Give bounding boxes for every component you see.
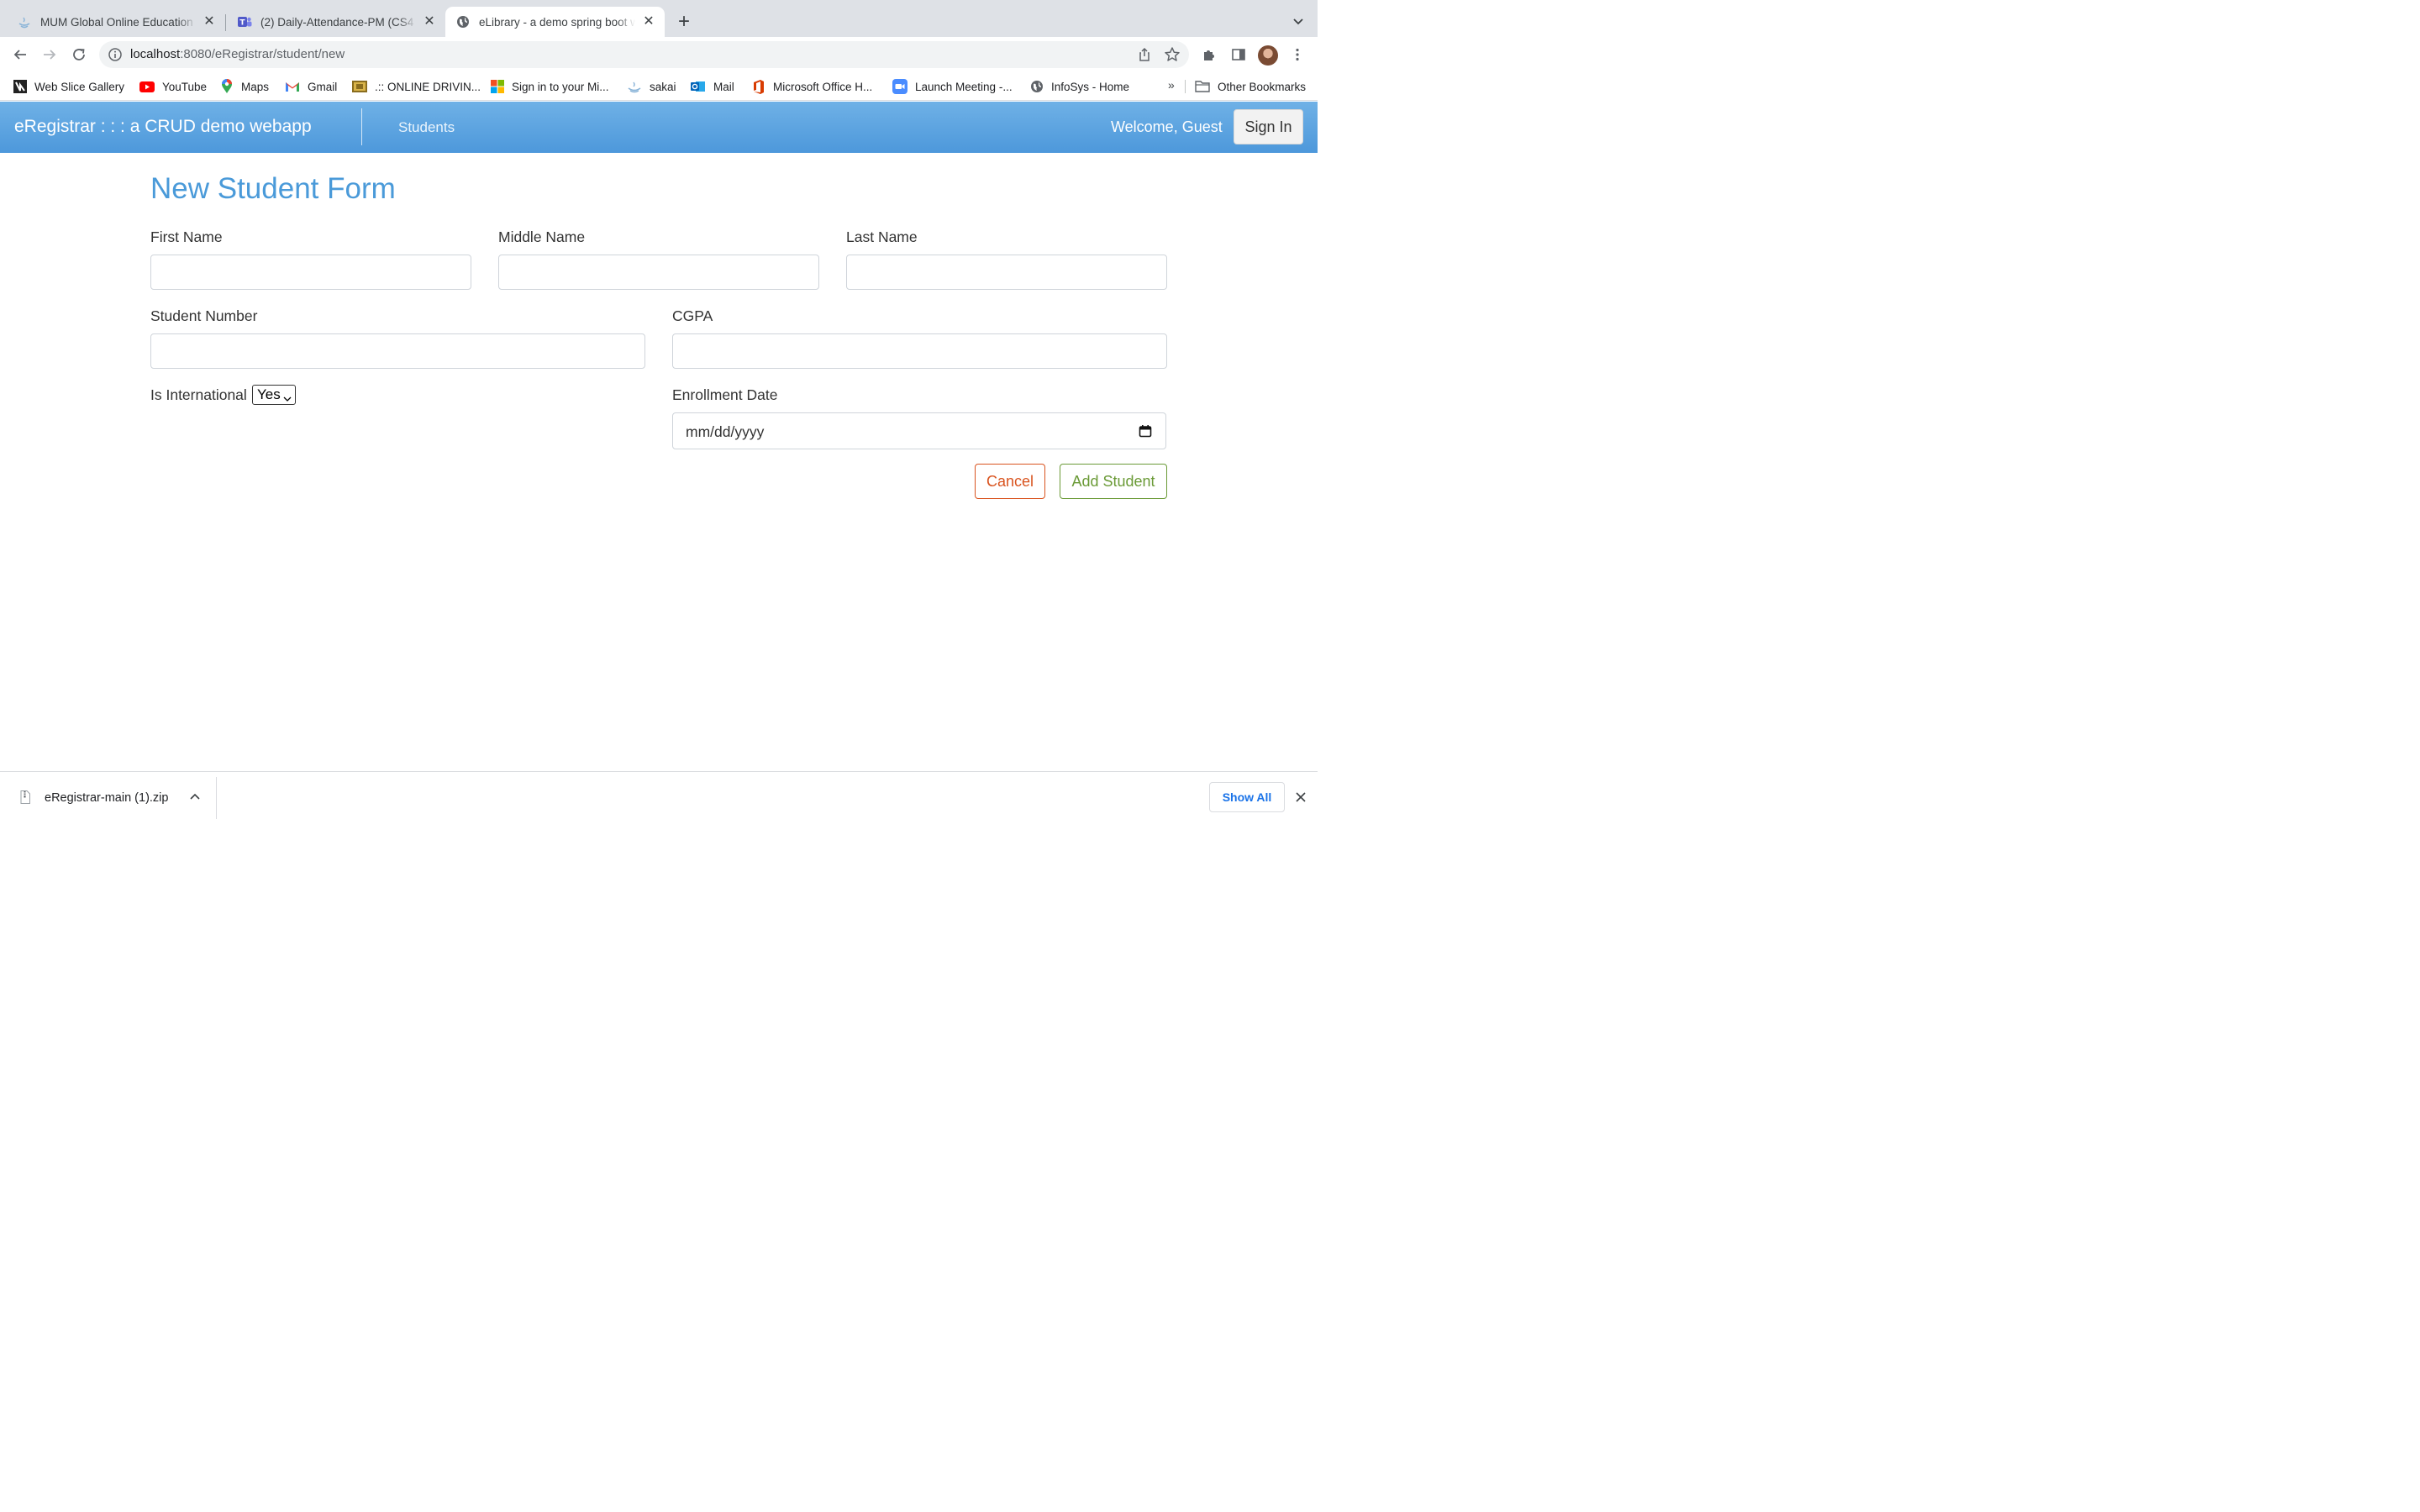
- bookmark-other-bookmarks[interactable]: Other Bookmarks: [1195, 78, 1306, 95]
- sakai-icon: [627, 80, 642, 93]
- cgpa-label: CGPA: [672, 307, 713, 324]
- chevron-up-icon[interactable]: [188, 790, 202, 804]
- youtube-icon: [139, 80, 155, 93]
- download-file-name[interactable]: eRegistrar-main (1).zip: [45, 791, 168, 805]
- first-name-label: First Name: [150, 228, 223, 245]
- site-info-icon[interactable]: [108, 47, 123, 62]
- browser-toolbar: localhost:8080/eRegistrar/student/new: [0, 37, 1318, 72]
- tab-title: (2) Daily-Attendance-PM (CS4: [260, 15, 414, 29]
- enrollment-date-input[interactable]: mm/dd/yyyy: [672, 412, 1166, 449]
- close-tab-icon[interactable]: ✕: [641, 14, 656, 29]
- show-all-button[interactable]: Show All: [1209, 782, 1285, 812]
- web-slice-icon: [13, 80, 27, 93]
- back-arrow-icon[interactable]: [11, 45, 29, 64]
- cgpa-input[interactable]: [672, 333, 1167, 369]
- outlook-icon: [691, 80, 706, 93]
- svg-text:T: T: [239, 19, 245, 28]
- url-text: localhost:8080/eRegistrar/student/new: [130, 47, 345, 61]
- driving-icon: [352, 80, 367, 93]
- forward-arrow-icon[interactable]: [40, 45, 59, 64]
- bookmark-web-slice-gallery[interactable]: Web Slice Gallery: [13, 78, 124, 95]
- bookmark-online-driving[interactable]: .:: ONLINE DRIVIN...: [352, 78, 481, 95]
- folder-icon: [1195, 80, 1210, 93]
- bookmark-sign-in-microsoft[interactable]: Sign in to your Mi...: [491, 78, 609, 95]
- reload-icon[interactable]: [70, 45, 88, 64]
- globe-icon: [1030, 80, 1044, 93]
- last-name-label: Last Name: [846, 228, 918, 245]
- middle-name-label: Middle Name: [498, 228, 586, 245]
- navbar-divider: [361, 108, 362, 145]
- new-tab-icon[interactable]: +: [675, 12, 693, 32]
- maps-icon: [220, 79, 234, 93]
- app-brand[interactable]: eRegistrar : : : a CRUD demo webapp: [14, 117, 312, 137]
- add-student-button[interactable]: Add Student: [1060, 464, 1167, 499]
- is-international-select[interactable]: Yes: [252, 385, 296, 405]
- first-name-input[interactable]: [150, 255, 471, 290]
- teams-icon: T: [237, 14, 252, 29]
- bookmarks-bar: Web Slice Gallery YouTube Maps Gmail .::…: [0, 72, 1318, 101]
- sign-in-button[interactable]: Sign In: [1234, 109, 1303, 144]
- welcome-text: Welcome, Guest: [1111, 118, 1223, 135]
- address-bar[interactable]: localhost:8080/eRegistrar/student/new: [99, 41, 1189, 68]
- bookmark-youtube[interactable]: YouTube: [139, 78, 207, 95]
- share-icon[interactable]: [1137, 47, 1152, 62]
- page-title: New Student Form: [150, 172, 396, 205]
- microsoft-icon: [491, 80, 504, 93]
- tab-title: MUM Global Online Education: [40, 15, 193, 29]
- globe-icon: [455, 14, 471, 29]
- chevron-down-icon: [283, 391, 292, 402]
- bookmark-launch-meeting[interactable]: Launch Meeting -...: [892, 78, 1013, 95]
- cancel-button[interactable]: Cancel: [975, 464, 1045, 499]
- profile-avatar[interactable]: [1258, 45, 1278, 66]
- browser-tab-mum[interactable]: MUM Global Online Education ✕: [0, 7, 225, 37]
- close-icon[interactable]: [1294, 790, 1307, 804]
- enrollment-date-label: Enrollment Date: [672, 386, 778, 403]
- student-number-label: Student Number: [150, 307, 258, 324]
- is-international-label: Is International: [150, 386, 247, 403]
- bookmark-mail[interactable]: Mail: [691, 78, 734, 95]
- last-name-input[interactable]: [846, 255, 1167, 290]
- download-shelf: eRegistrar-main (1).zip Show All: [0, 771, 1318, 823]
- sakai-icon: [17, 14, 32, 29]
- bookmark-infosys-home[interactable]: InfoSys - Home: [1030, 78, 1129, 95]
- office-icon: [752, 79, 765, 94]
- middle-name-input[interactable]: [498, 255, 819, 290]
- close-tab-icon[interactable]: ✕: [422, 14, 437, 29]
- nav-link-students[interactable]: Students: [398, 119, 455, 136]
- zoom-icon: [892, 79, 908, 94]
- tab-title: eLibrary - a demo spring boot w: [479, 15, 635, 29]
- bookmark-microsoft-office[interactable]: Microsoft Office H...: [752, 78, 872, 95]
- kebab-menu-icon[interactable]: [1288, 45, 1307, 64]
- app-navbar: eRegistrar : : : a CRUD demo webapp Stud…: [0, 102, 1318, 153]
- zip-file-icon: [20, 790, 30, 804]
- browser-tab-elibrary[interactable]: eLibrary - a demo spring boot w ✕: [445, 7, 665, 37]
- close-tab-icon[interactable]: ✕: [202, 14, 217, 29]
- tab-search-chevron-icon[interactable]: [1291, 13, 1306, 29]
- gmail-icon: [285, 80, 300, 93]
- browser-tab-teams[interactable]: T (2) Daily-Attendance-PM (CS4 ✕: [220, 7, 445, 37]
- side-panel-icon[interactable]: [1229, 45, 1248, 64]
- browser-tab-strip: MUM Global Online Education ✕ T (2) Dail…: [0, 0, 1318, 37]
- student-number-input[interactable]: [150, 333, 645, 369]
- bookmark-sakai[interactable]: sakai: [627, 78, 676, 95]
- bookmark-gmail[interactable]: Gmail: [285, 78, 337, 95]
- extensions-puzzle-icon[interactable]: [1200, 45, 1218, 64]
- calendar-icon[interactable]: [1139, 424, 1152, 438]
- bookmark-maps[interactable]: Maps: [220, 78, 269, 95]
- bookmark-star-icon[interactable]: [1164, 46, 1181, 63]
- bookmarks-overflow-chevron[interactable]: »: [1168, 78, 1175, 92]
- date-placeholder: mm/dd/yyyy: [686, 423, 765, 440]
